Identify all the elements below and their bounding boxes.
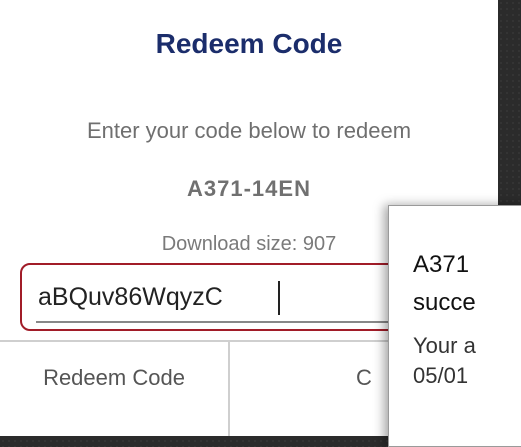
popup-title-line2: succe (413, 289, 476, 316)
popup-title: A371 succe (413, 246, 476, 322)
code-input-highlight (20, 263, 440, 331)
redeem-code-button[interactable]: Redeem Code (0, 342, 230, 436)
dialog-title: Redeem Code (155, 28, 343, 59)
redeem-instruction: Enter your code below to redeem (86, 118, 412, 143)
success-popup: A371 succe Your a 05/01 (388, 205, 521, 447)
popup-body-line1: Your a (413, 333, 476, 358)
input-underline (36, 321, 426, 323)
popup-title-line1: A371 (413, 251, 470, 278)
popup-body: Your a 05/01 (413, 331, 476, 391)
popup-body-line2: 05/01 (413, 363, 469, 388)
redeem-code-label: A371-14EN (187, 176, 311, 201)
code-input[interactable] (34, 277, 422, 317)
text-caret (278, 281, 280, 315)
